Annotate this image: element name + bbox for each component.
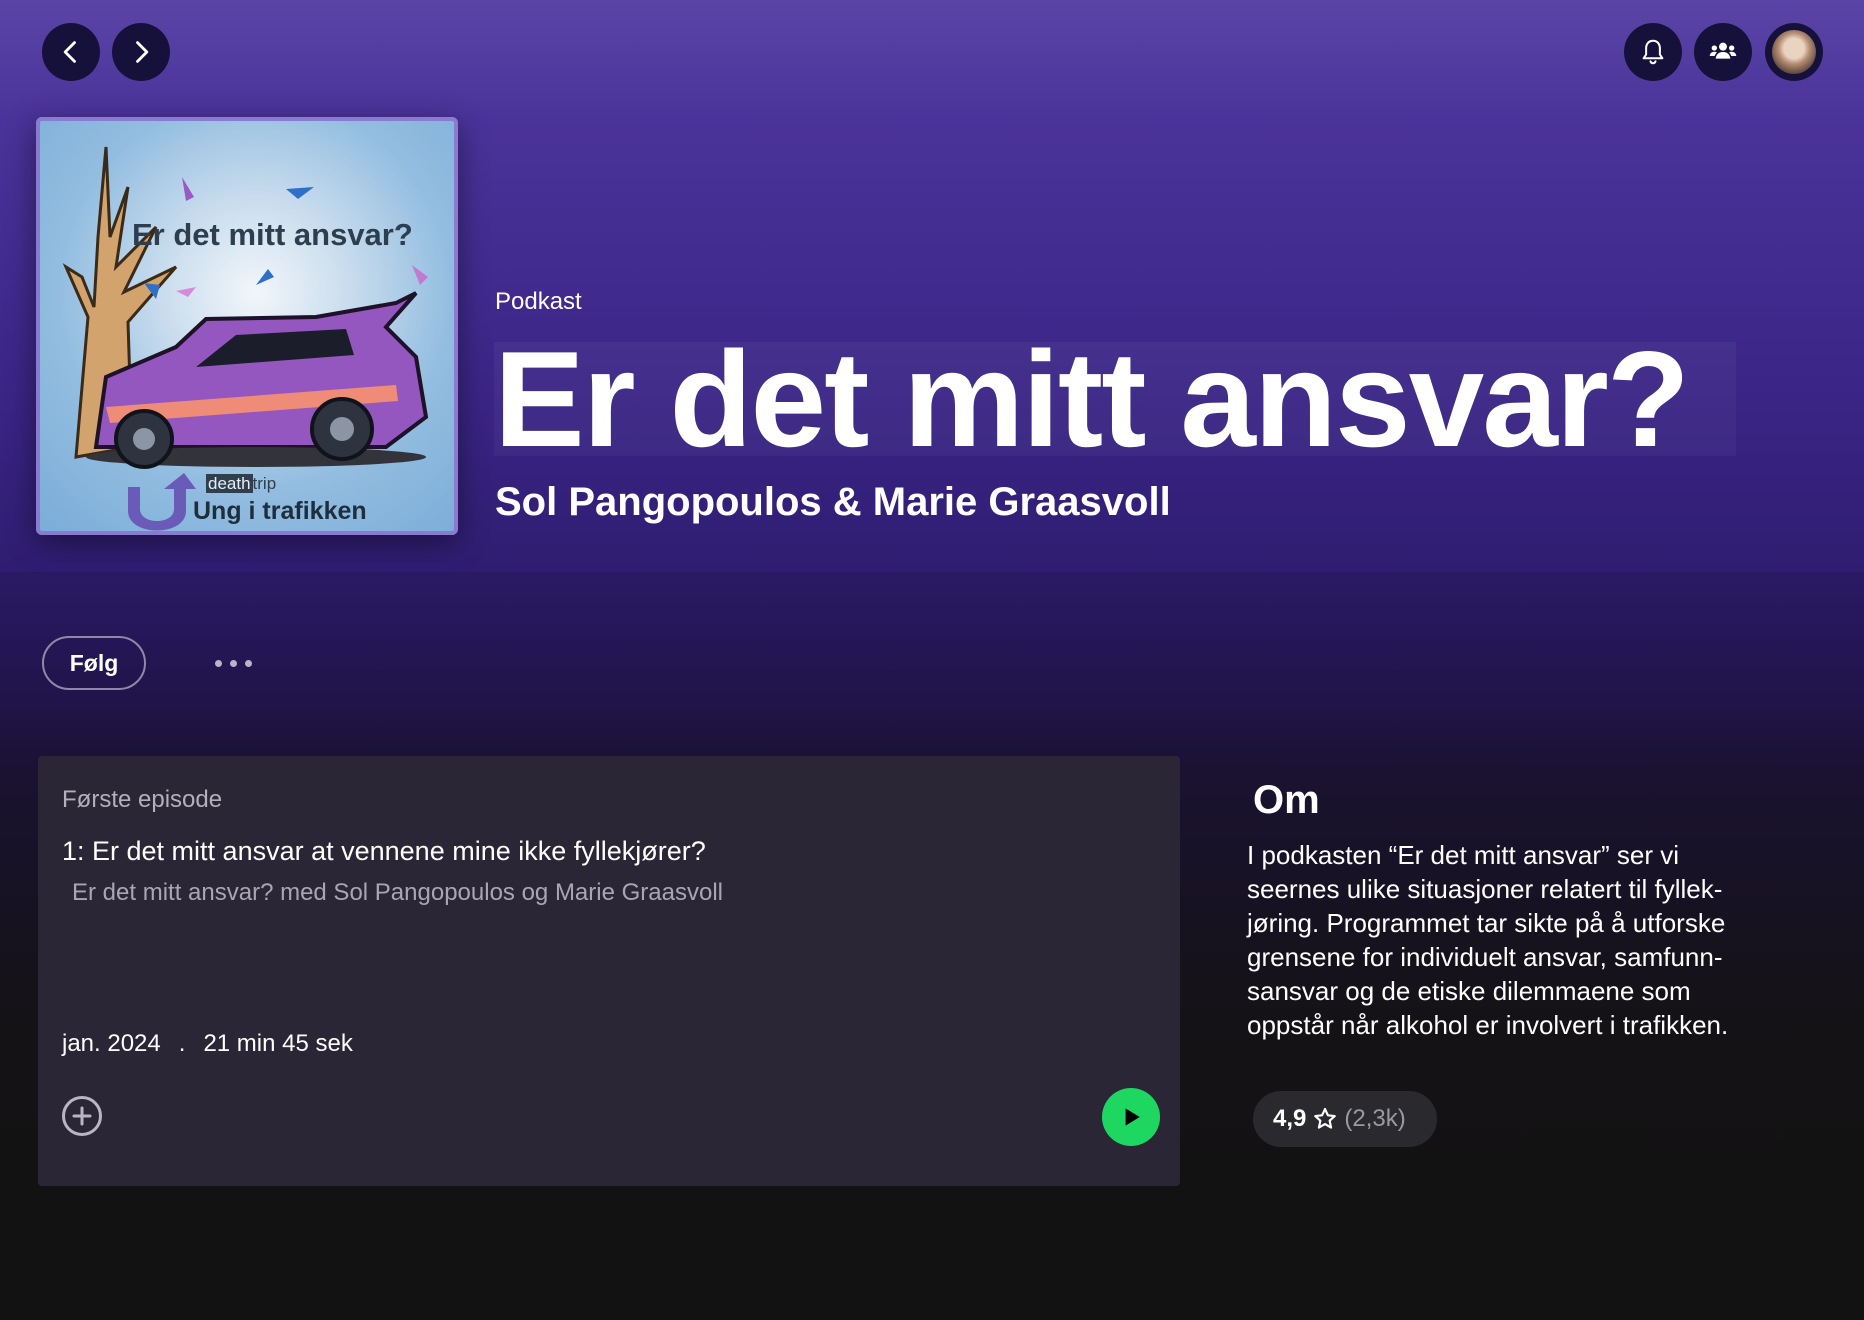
episode-date: jan. 2024 bbox=[62, 1030, 161, 1057]
plus-icon bbox=[72, 1106, 92, 1126]
follow-button[interactable]: Følg bbox=[42, 636, 146, 690]
about-line: I podkasten “Er det mitt ansvar” ser vi bbox=[1247, 840, 1680, 870]
content-type-label: Podkast bbox=[495, 288, 582, 315]
avatar bbox=[1772, 30, 1816, 74]
podcast-page: Er det mitt ansvar? death trip Ung i traf… bbox=[0, 0, 1864, 1320]
cover-brand-rest: trip bbox=[252, 474, 277, 493]
add-episode-button[interactable] bbox=[62, 1096, 102, 1136]
back-button[interactable] bbox=[42, 23, 100, 81]
cover-brand: death trip bbox=[206, 474, 276, 494]
hero-gradient bbox=[0, 572, 1864, 772]
about-line: seernes ulike situasjoner relatert til f… bbox=[1247, 874, 1723, 904]
cover-title: Er det mitt ansvar? bbox=[132, 217, 413, 252]
episode-title[interactable]: 1: Er det mitt ansvar at vennene mine ik… bbox=[62, 836, 706, 867]
about-line: jøring. Programmet tar sikte på å utfors… bbox=[1247, 908, 1726, 938]
user-avatar-button[interactable] bbox=[1765, 23, 1823, 81]
friend-activity-button[interactable] bbox=[1694, 23, 1752, 81]
cover-subtitle: Ung i trafikken bbox=[193, 497, 367, 525]
more-dot-icon bbox=[244, 659, 252, 667]
episode-meta: jan. 2024 . 21 min 45 sek bbox=[62, 1030, 353, 1058]
forward-button[interactable] bbox=[112, 23, 170, 81]
about-line: sansvar og de etiske dilemmaene som bbox=[1247, 976, 1691, 1006]
play-episode-button[interactable] bbox=[1102, 1088, 1160, 1146]
friends-icon bbox=[1709, 42, 1737, 59]
first-episode-card[interactable]: Første episode 1: Er det mitt ansvar at … bbox=[38, 756, 1180, 1186]
bell-icon bbox=[1642, 39, 1664, 65]
star-icon bbox=[1314, 1107, 1337, 1129]
cover-brand-tag: death bbox=[206, 474, 253, 493]
podcast-authors[interactable]: Sol Pangopoulos & Marie Graasvoll bbox=[495, 480, 1171, 525]
more-options-button[interactable] bbox=[205, 648, 261, 678]
chevron-left-icon bbox=[63, 41, 76, 63]
episode-duration: 21 min 45 sek bbox=[203, 1030, 353, 1057]
notifications-button[interactable] bbox=[1624, 23, 1682, 81]
about-line: oppstår når alkohol er involvert i trafi… bbox=[1247, 1010, 1729, 1040]
episode-label: Første episode bbox=[62, 786, 223, 813]
episode-meta-separator: . bbox=[178, 1030, 186, 1057]
podcast-cover-art: Er det mitt ansvar? death trip Ung i traf… bbox=[36, 117, 458, 535]
about-description: I podkasten “Er det mitt ansvar” ser vi … bbox=[1247, 838, 1787, 1042]
about-line: grensene for individuelt ansvar, samfunn… bbox=[1247, 942, 1723, 972]
rating-badge[interactable]: 4,9 (2,3k) bbox=[1253, 1091, 1437, 1147]
about-heading: Om bbox=[1253, 778, 1320, 822]
play-icon bbox=[1125, 1108, 1140, 1126]
rating-score: 4,9 bbox=[1273, 1105, 1307, 1132]
more-dot-icon bbox=[229, 659, 237, 667]
chevron-right-icon bbox=[136, 41, 149, 63]
page-title: Er det mitt ansvar? bbox=[494, 323, 1690, 475]
rating-count: (2,3k) bbox=[1344, 1105, 1406, 1132]
more-dot-icon bbox=[214, 659, 222, 667]
cover-illustration bbox=[62, 146, 429, 531]
episode-show-line: Er det mitt ansvar? med Sol Pangopoulos … bbox=[72, 879, 723, 906]
